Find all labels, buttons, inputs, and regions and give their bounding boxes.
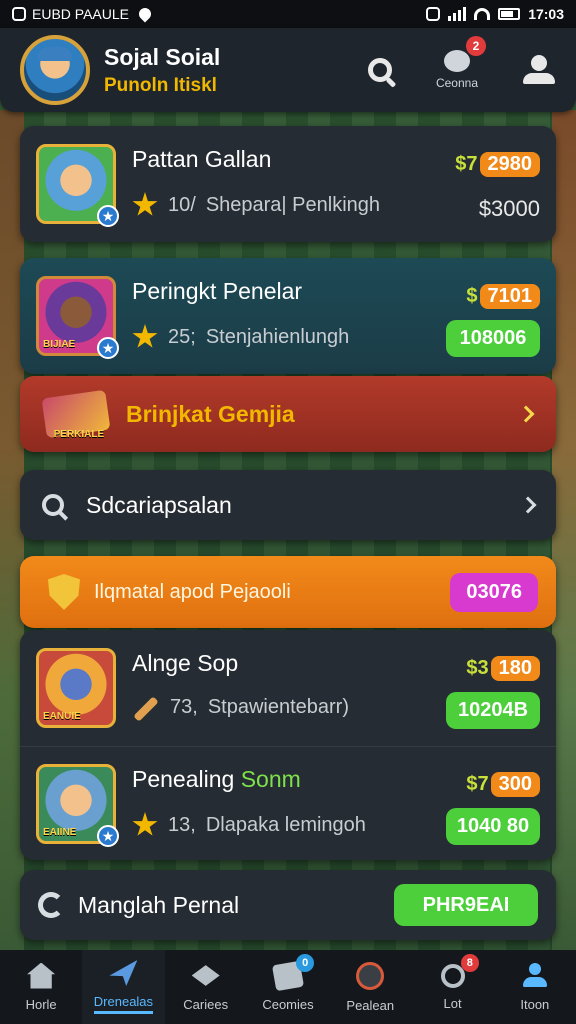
nav-item-account[interactable]: Itoon [494,950,576,1024]
game-rank: 13, [168,813,196,836]
bottom-nav: Horle Drenealas Cariees 0 Ceomies Pealea… [0,950,576,1024]
signal-icon [448,7,467,21]
profile-circle-icon [356,961,385,990]
game-thumbnail: ★ [36,144,119,227]
profile-header: Sojal Soial Punoln Itiskl 2 Ceonna [0,28,576,112]
nav-item-profile[interactable]: Pealean [329,950,411,1024]
promo-banner[interactable]: Ilqmatal apod Pejaooli 03076 [20,556,556,628]
chat-button[interactable]: 2 Ceonna [435,36,486,90]
nav-badge: 0 [296,954,315,972]
game-card[interactable]: BIJIAE ★ Peringkt Penelar 25; Stenjahien… [20,258,556,374]
heart-icon [136,5,154,23]
game-thumbnail: EANUIE [36,648,116,728]
chat-badge: 2 [465,36,486,56]
game-subtitle: Stpawientebarr) [207,696,349,718]
game-value: $3000 [478,196,540,221]
star-badge-icon: ★ [97,337,119,359]
price-tag: $3 180 [466,656,540,681]
status-time: 17:03 [528,6,564,22]
nav-item-explore[interactable]: Drenealas [82,950,165,1024]
promo-banner-title: Ilqmatal apod Pejaooli [94,580,291,603]
battery-icon [498,8,521,20]
game-card[interactable]: EANUIE Alnge Sop 73, Stpawientebarr) $3 1… [20,630,556,746]
app-notification-icon [12,7,26,21]
game-subtitle: Dlapaka lemingoh [205,813,366,836]
search-icon [42,494,64,516]
game-rank: 10/ [168,193,196,216]
plane-icon [109,960,138,986]
avatar[interactable] [20,35,90,105]
search-row[interactable]: Sdcariapsalan [20,470,556,540]
bottom-action-button[interactable]: PHR9EAI [394,884,538,926]
game-title: Peringkt Penelar [132,278,303,304]
chevron-right-icon [517,405,535,423]
ranking-banner[interactable]: PERKIALE Brinjkat Gemjia [20,376,556,452]
search-icon [440,963,465,988]
nav-item-search[interactable]: 8 Lot [411,950,493,1024]
game-subtitle: Shepara| Penlkingh [205,193,381,216]
game-card[interactable]: ★ Pattan Gallan 10/ Shepara| Penlkingh $… [20,126,556,242]
ranking-banner-title: Brinjkat Gemjia [126,400,295,427]
game-value-button[interactable]: 10204B [446,692,540,729]
refresh-icon [38,892,64,918]
game-value-button[interactable]: 1040 80 [446,808,540,845]
promo-counter-pill[interactable]: 03076 [450,572,538,612]
rank-star-icon [132,192,158,216]
game-card[interactable]: EAIINE ★ Penealing Sonm 13, Dlapaka lemi… [20,746,556,862]
nav-item-games[interactable]: Cariees [165,950,247,1024]
person-icon [521,962,549,989]
star-badge-icon: ★ [97,825,119,847]
game-subtitle: Stenjahienlungh [205,325,350,348]
game-title: Penealing Sonm [132,766,301,792]
ranking-badge-icon: PERKIALE [41,389,111,440]
game-list-card: EANUIE Alnge Sop 73, Stpawientebarr) $3 1… [20,630,556,860]
nav-item-home[interactable]: Horle [0,950,82,1024]
nav-item-comments[interactable]: 0 Ceomies [247,950,329,1024]
search-button[interactable] [367,58,392,82]
vpn-icon [426,7,441,21]
wifi-icon [474,8,491,20]
profile-name: Sojal Soial [104,43,221,70]
profile-subtitle: Punoln Itiskl [104,74,217,96]
sword-icon [133,695,159,722]
status-bar: EUBD PAAULE 17:03 [0,0,576,28]
game-title: Alnge Sop [132,650,239,676]
chevron-right-icon [519,496,537,514]
chat-icon: 2 [443,36,486,72]
game-value-button[interactable]: 108006 [446,320,540,357]
star-badge-icon: ★ [97,205,119,227]
shield-icon [48,574,80,610]
profile-button[interactable] [522,55,556,85]
search-icon [367,58,392,82]
rank-star-icon [132,812,158,836]
game-title: Pattan Gallan [132,146,272,172]
chat-label: Ceonna [435,76,478,90]
game-thumbnail: EAIINE ★ [36,764,119,847]
status-app-label: EUBD PAAULE [32,6,129,22]
game-rank: 25; [168,325,196,348]
price-tag: $7101 [466,284,540,309]
search-row-label: Sdcariapsalan [86,491,232,518]
rank-star-icon [132,324,158,348]
nav-badge: 8 [460,954,479,972]
person-icon [522,55,556,85]
home-icon [27,962,56,989]
price-tag: $7 2980 [455,152,540,177]
price-tag: $7 300 [466,772,540,797]
diamond-icon [191,965,220,986]
game-rank: 73, [170,696,198,718]
bottom-action-card: Manglah Pernal PHR9EAI [20,870,556,940]
bottom-card-title: Manglah Pernal [78,891,240,918]
game-thumbnail: BIJIAE ★ [36,276,119,359]
